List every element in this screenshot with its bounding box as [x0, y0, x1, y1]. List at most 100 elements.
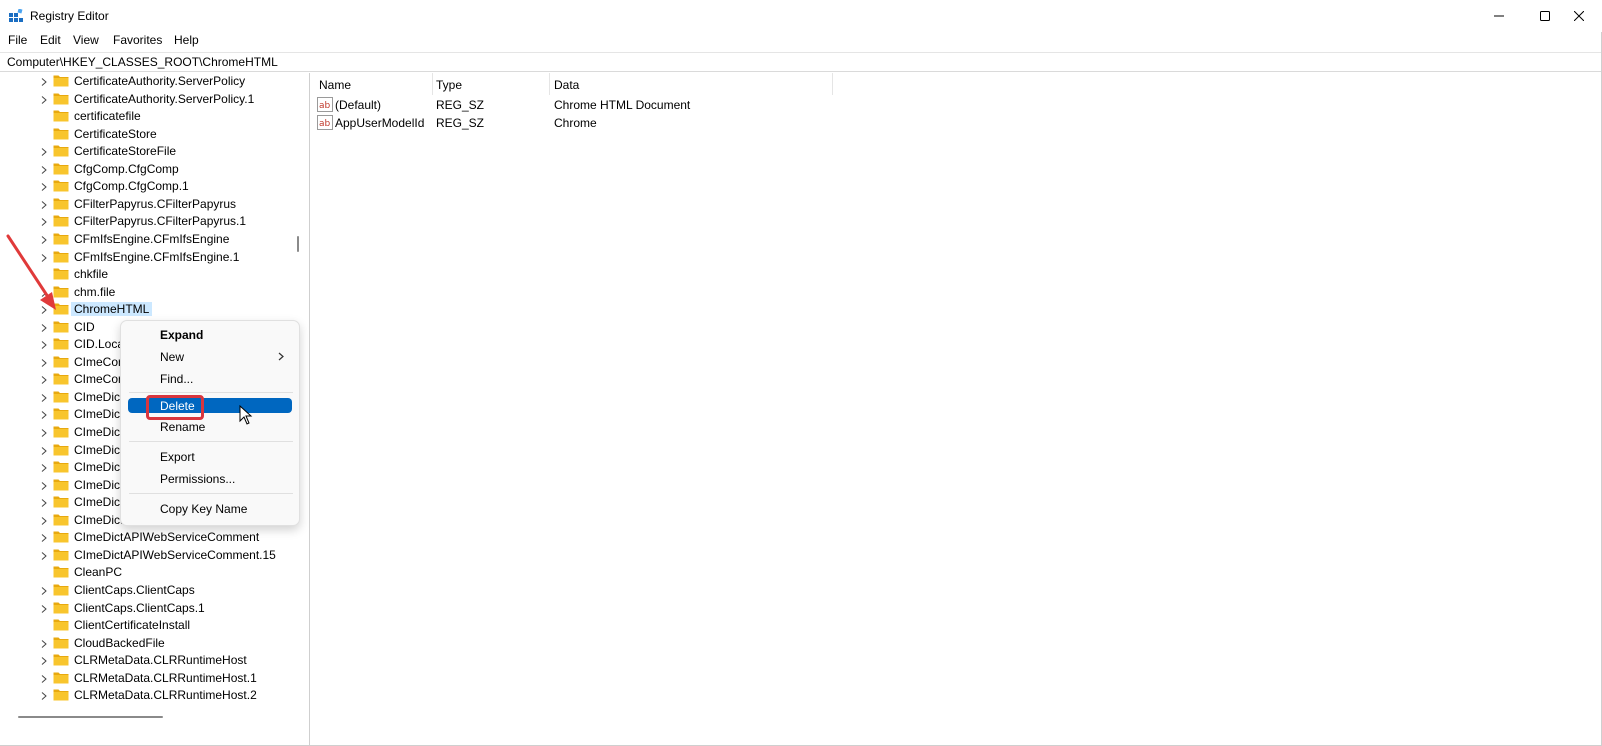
- context-menu-permissions[interactable]: Permissions...: [128, 468, 292, 488]
- context-menu-expand[interactable]: Expand: [128, 324, 292, 344]
- tree-item[interactable]: CImeDictAPIWebServiceComment: [0, 529, 300, 547]
- chevron-right-icon[interactable]: [40, 657, 48, 666]
- context-menu-copy-key-name[interactable]: Copy Key Name: [128, 498, 292, 518]
- chevron-right-icon[interactable]: [40, 674, 48, 683]
- folder-icon: [53, 110, 69, 122]
- column-header-data[interactable]: Data: [554, 73, 579, 95]
- column-divider[interactable]: [832, 73, 833, 95]
- chevron-right-icon[interactable]: [40, 341, 48, 350]
- context-menu-export[interactable]: Export: [128, 446, 292, 466]
- chevron-right-icon[interactable]: [40, 394, 48, 402]
- tree-item-label: certificatefile: [74, 109, 141, 124]
- chevron-right-icon[interactable]: [40, 587, 48, 595]
- tree-item[interactable]: CertificateStore: [0, 126, 300, 144]
- menu-help[interactable]: Help: [173, 33, 200, 47]
- window-title: Registry Editor: [30, 9, 109, 23]
- context-menu-new[interactable]: New: [128, 346, 292, 366]
- chevron-right-icon[interactable]: [40, 95, 48, 104]
- minimize-button[interactable]: [1476, 0, 1522, 32]
- tree-item-label: CID.Loca: [74, 337, 125, 352]
- address-bar[interactable]: Computer\HKEY_CLASSES_ROOT\ChromeHTML: [0, 52, 1602, 72]
- menu-edit[interactable]: Edit: [39, 33, 62, 47]
- value-data: Chrome HTML Document: [554, 98, 691, 112]
- string-value-icon: ab: [317, 115, 333, 130]
- pane-splitter[interactable]: [309, 73, 310, 746]
- tree-item-label: CImeDict: [74, 495, 124, 510]
- chevron-right-icon[interactable]: [40, 200, 48, 209]
- menu-view[interactable]: View: [72, 33, 100, 47]
- chevron-right-icon[interactable]: [40, 165, 48, 174]
- chevron-right-icon[interactable]: [40, 516, 48, 525]
- close-button[interactable]: [1556, 0, 1602, 32]
- folder-icon: [53, 338, 69, 350]
- tree-item[interactable]: CertificateAuthority.ServerPolicy.1: [0, 91, 300, 109]
- tree-vertical-scrollbar[interactable]: [297, 236, 299, 252]
- tree-item[interactable]: CfgComp.CfgComp.1: [0, 178, 300, 196]
- tree-item[interactable]: CFilterPapyrus.CFilterPapyrus.1: [0, 213, 300, 231]
- tree-item[interactable]: CLRMetaData.CLRRuntimeHost.2: [0, 687, 300, 705]
- chevron-right-icon[interactable]: [40, 499, 48, 508]
- tree-item-label: CImeDict: [74, 477, 124, 492]
- tree-item[interactable]: ClientCaps.ClientCaps: [0, 582, 300, 600]
- tree-item[interactable]: CImeDictAPIWebServiceComment.15: [0, 547, 300, 565]
- value-row[interactable]: ab (Default) REG_SZ Chrome HTML Document: [312, 96, 1212, 114]
- chevron-right-icon[interactable]: [40, 534, 48, 543]
- folder-icon: [53, 145, 69, 157]
- tree-item[interactable]: CfgComp.CfgComp: [0, 161, 300, 179]
- tree-item[interactable]: CLRMetaData.CLRRuntimeHost: [0, 652, 300, 670]
- tree-item-label: CImeCor: [74, 372, 123, 387]
- menu-file[interactable]: File: [7, 33, 28, 47]
- tree-item-label: CLRMetaData.CLRRuntimeHost: [74, 653, 247, 668]
- menu-separator: [129, 493, 293, 494]
- value-name: (Default): [335, 98, 382, 112]
- tree-item-label: CfgComp.CfgComp.1: [74, 179, 189, 194]
- folder-icon: [53, 426, 69, 438]
- tree-item[interactable]: ClientCertificateInstall: [0, 617, 300, 635]
- chevron-right-icon[interactable]: [40, 464, 48, 472]
- value-type: REG_SZ: [436, 98, 485, 112]
- chevron-right-icon[interactable]: [40, 604, 48, 613]
- tree-item-label: chkfile: [74, 267, 109, 282]
- chevron-right-icon[interactable]: [40, 376, 48, 385]
- chevron-right-icon[interactable]: [40, 429, 48, 437]
- tree-item-label: CImeCor: [74, 354, 123, 369]
- chevron-right-icon[interactable]: [40, 481, 48, 490]
- chevron-right-icon[interactable]: [40, 323, 48, 332]
- chevron-right-icon[interactable]: [40, 551, 48, 560]
- context-menu-find[interactable]: Find...: [128, 368, 292, 388]
- column-header-type[interactable]: Type: [436, 73, 462, 95]
- svg-text:ab: ab: [319, 101, 331, 111]
- value-data: Chrome: [554, 116, 597, 130]
- tree-item[interactable]: CLRMetaData.CLRRuntimeHost.1: [0, 670, 300, 688]
- chevron-right-icon[interactable]: [40, 218, 48, 227]
- chevron-right-icon[interactable]: [40, 411, 48, 420]
- value-name: AppUserModelId: [335, 116, 425, 130]
- chevron-right-icon[interactable]: [40, 148, 48, 157]
- chevron-right-icon[interactable]: [40, 358, 48, 367]
- context-menu-delete[interactable]: Delete: [128, 398, 292, 413]
- chevron-right-icon[interactable]: [40, 446, 48, 455]
- submenu-arrow-icon: [278, 352, 284, 361]
- folder-icon: [53, 180, 69, 192]
- tree-item-label: CloudBackedFile: [74, 635, 165, 650]
- tree-item-label: CertificateStoreFile: [74, 144, 177, 159]
- column-divider[interactable]: [549, 73, 550, 95]
- chevron-right-icon[interactable]: [40, 183, 48, 192]
- tree-horizontal-scrollbar[interactable]: [18, 716, 163, 718]
- value-row[interactable]: ab AppUserModelId REG_SZ Chrome: [312, 114, 1212, 132]
- chevron-right-icon[interactable]: [40, 692, 48, 701]
- context-menu-rename[interactable]: Rename: [128, 416, 292, 436]
- menu-favorites[interactable]: Favorites: [112, 33, 163, 47]
- column-header-name[interactable]: Name: [319, 73, 351, 95]
- tree-item[interactable]: CFilterPapyrus.CFilterPapyrus: [0, 196, 300, 214]
- tree-item[interactable]: CloudBackedFile: [0, 635, 300, 653]
- tree-item[interactable]: ClientCaps.ClientCaps.1: [0, 600, 300, 618]
- tree-item[interactable]: certificatefile: [0, 108, 300, 126]
- tree-item[interactable]: CertificateAuthority.ServerPolicy: [0, 73, 300, 91]
- close-icon: [1574, 11, 1584, 21]
- chevron-right-icon[interactable]: [40, 639, 48, 648]
- chevron-right-icon[interactable]: [40, 78, 48, 86]
- tree-item[interactable]: CleanPC: [0, 564, 300, 582]
- column-divider[interactable]: [432, 73, 433, 95]
- tree-item[interactable]: CertificateStoreFile: [0, 143, 300, 161]
